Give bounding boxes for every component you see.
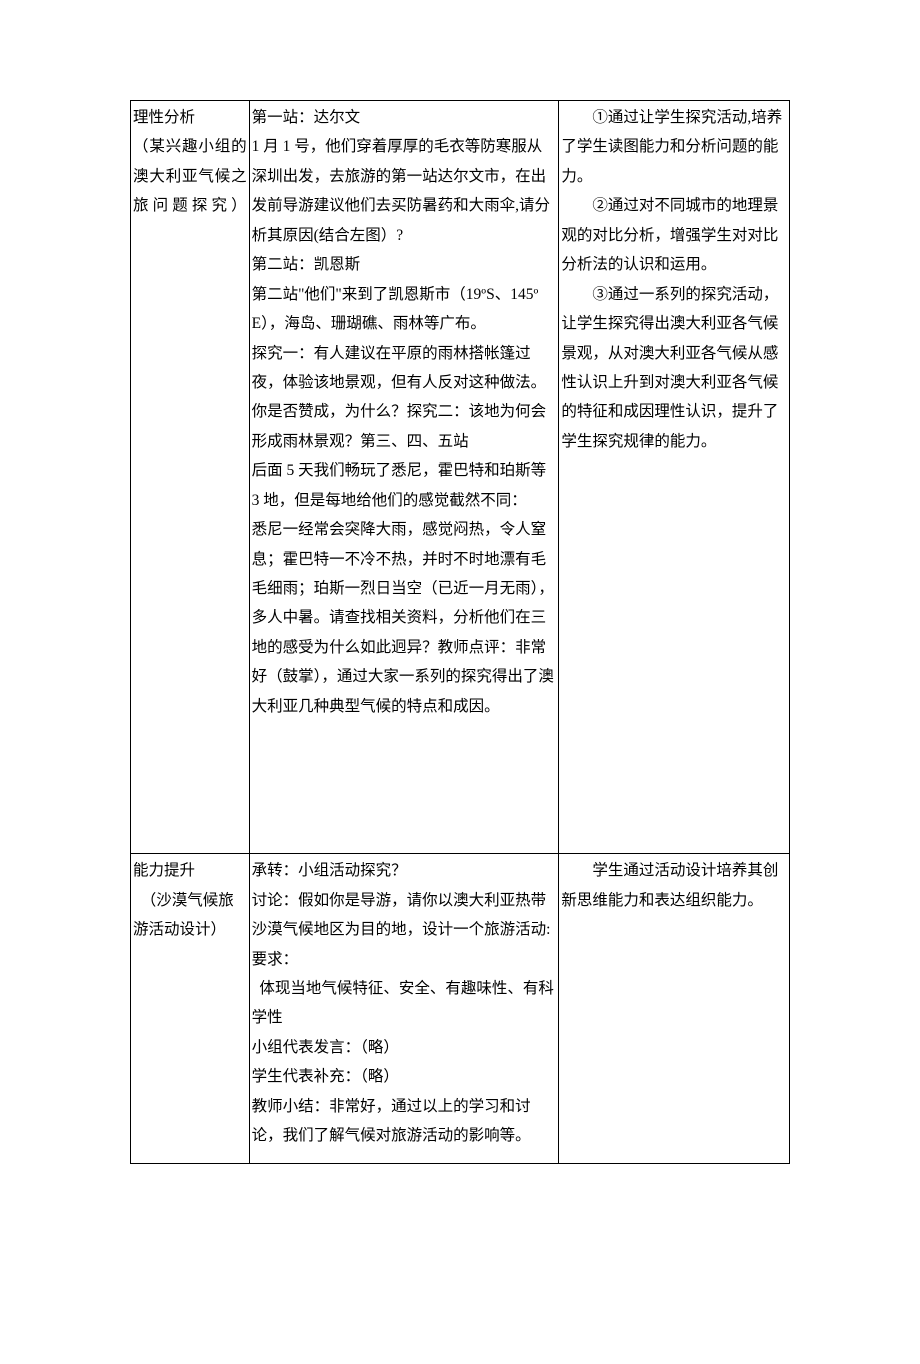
activity-line: 教师小结：非常好，通过以上的学习和讨论，我们了解气候对旅游活动的影响等。 — [252, 1092, 557, 1151]
stage-title: 能力提升 — [133, 856, 247, 885]
intent-p1: ①通过让学生探究活动,培养了学生读图能力和分析问题的能力。 — [561, 103, 787, 191]
activity-text: 第一站：达尔文 1 月 1 号，他们穿着厚厚的毛衣等防寒服从深圳出发，去旅游的第… — [252, 103, 557, 721]
cell-intent: 学生通过活动设计培养其创新思维能力和表达组织能力。 — [559, 854, 790, 1163]
lesson-plan-table: 理性分析 （某兴趣小组的澳大利亚气候之旅问题探究） 第一站：达尔文 1 月 1 … — [130, 100, 790, 1164]
activity-line: 体现当地气候特征、安全、有趣味性、有科学性 — [252, 974, 557, 1033]
activity-line: 承转：小组活动探究？ — [252, 856, 557, 885]
activity-line: 学生代表补充：（略） — [252, 1062, 557, 1091]
stage-subtitle: （沙漠气候旅游活动设计） — [133, 886, 247, 945]
activity-line: 小组代表发言：（略） — [252, 1033, 557, 1062]
activity-line: 讨论：假如你是导游，请你以澳大利亚热带沙漠气候地区为目的地，设计一个旅游活动: — [252, 886, 557, 945]
stage-title: 理性分析 — [133, 103, 247, 132]
table-row: 理性分析 （某兴趣小组的澳大利亚气候之旅问题探究） 第一站：达尔文 1 月 1 … — [131, 101, 790, 854]
activity-line: 要求： — [252, 945, 557, 974]
cell-activity: 第一站：达尔文 1 月 1 号，他们穿着厚厚的毛衣等防寒服从深圳出发，去旅游的第… — [249, 101, 559, 854]
cell-activity: 承转：小组活动探究？ 讨论：假如你是导游，请你以澳大利亚热带沙漠气候地区为目的地… — [249, 854, 559, 1163]
intent-text: 学生通过活动设计培养其创新思维能力和表达组织能力。 — [561, 856, 787, 915]
table-row: 能力提升 （沙漠气候旅游活动设计） 承转：小组活动探究？ 讨论：假如你是导游，请… — [131, 854, 790, 1163]
cell-stage: 理性分析 （某兴趣小组的澳大利亚气候之旅问题探究） — [131, 101, 250, 854]
intent-p2: ②通过对不同城市的地理景观的对比分析，增强学生对对比分析法的认识和运用。 — [561, 191, 787, 279]
cell-stage: 能力提升 （沙漠气候旅游活动设计） — [131, 854, 250, 1163]
stage-subtitle: （某兴趣小组的澳大利亚气候之旅问题探究） — [133, 132, 247, 220]
intent-p3: ③通过一系列的探究活动，让学生探究得出澳大利亚各气候景观，从对澳大利亚各气候从感… — [561, 280, 787, 457]
cell-intent: ①通过让学生探究活动,培养了学生读图能力和分析问题的能力。 ②通过对不同城市的地… — [559, 101, 790, 854]
